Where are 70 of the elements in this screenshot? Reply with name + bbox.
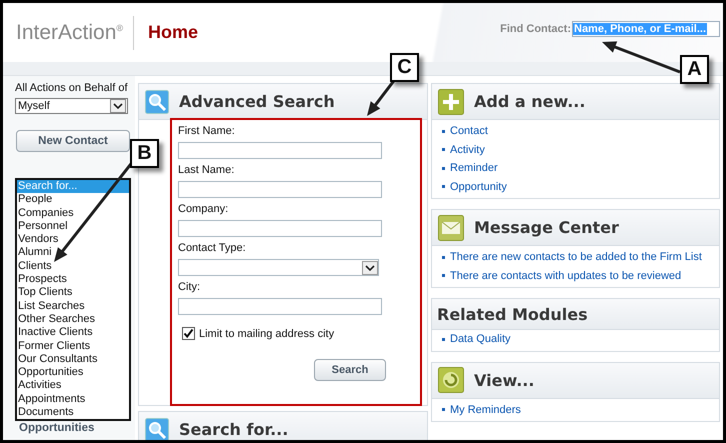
search-list-item[interactable]: Documents — [17, 406, 129, 420]
bullet-icon — [442, 408, 445, 412]
page-title: Home — [148, 22, 198, 43]
callout-label: C — [390, 53, 419, 82]
bullet-icon — [442, 274, 445, 278]
dropdown-icon — [110, 99, 126, 113]
new-contact-button[interactable]: New Contact — [16, 130, 130, 152]
dropdown-icon — [362, 260, 378, 274]
search-icon — [145, 418, 169, 440]
search-list-item[interactable]: Alumni — [17, 246, 129, 260]
panel-link[interactable]: Contact — [450, 125, 488, 138]
refresh-icon — [438, 367, 464, 393]
input-field[interactable] — [178, 220, 382, 237]
logo: InterAction$^{®}$ — [16, 20, 124, 44]
callout-label: A — [680, 55, 709, 84]
input-field[interactable] — [178, 142, 382, 159]
checkbox-label: Limit to mailing address city — [199, 328, 334, 340]
panel-link[interactable]: There are contacts with updates to be reviewed — [450, 270, 682, 282]
panel-title: Advanced Search — [179, 92, 335, 111]
bullet-icon — [442, 130, 445, 133]
search-list-item[interactable]: Personnel — [17, 220, 129, 234]
search-list-item[interactable]: Prospects — [17, 273, 129, 286]
search-list-item[interactable]: Companies — [17, 206, 129, 220]
field-label: Company: — [178, 202, 228, 216]
search-button[interactable]: Search — [314, 359, 386, 381]
plus-icon — [438, 88, 464, 114]
search-list-item[interactable]: Activities — [17, 379, 129, 393]
bullet-icon — [442, 256, 445, 259]
section-heading: Opportunities — [19, 422, 94, 434]
search-icon — [145, 90, 169, 114]
panel-link[interactable]: Opportunity — [450, 180, 507, 193]
field-label: City: — [178, 280, 200, 294]
input-field[interactable] — [178, 298, 382, 315]
search-list[interactable] — [15, 178, 131, 422]
panel-link[interactable]: There are new contacts to be added to the Firm List — [450, 251, 702, 264]
bullet-icon — [442, 338, 445, 341]
search-list-item[interactable]: Opportunities — [17, 366, 129, 380]
search-list-item[interactable]: Inactive Clients — [17, 326, 129, 340]
search-list-item[interactable]: Clients — [17, 260, 129, 274]
search-list-item[interactable]: Appointments — [17, 392, 129, 406]
envelope-icon — [438, 214, 464, 240]
panel-link[interactable]: Activity — [450, 144, 485, 156]
bullet-icon — [442, 166, 445, 170]
panel-title: View... — [474, 370, 534, 390]
panel-link[interactable]: Reminder — [450, 162, 498, 174]
search-list-item[interactable]: Former Clients — [17, 340, 129, 353]
callout-label: B — [130, 139, 159, 168]
panel-title: Search for... — [179, 420, 288, 439]
search-list-item[interactable]: Our Consultants — [17, 352, 129, 366]
bullet-icon — [442, 148, 445, 152]
panel-title: Related Modules — [437, 304, 588, 324]
checkbox[interactable] — [182, 327, 195, 340]
search-list-item[interactable]: Vendors — [17, 233, 129, 246]
search-list-item[interactable]: Top Clients — [17, 286, 129, 300]
contact-type-dropdown[interactable] — [178, 259, 379, 276]
panel-link[interactable]: Data Quality — [450, 333, 511, 346]
behalf-dropdown[interactable]: Myself — [15, 98, 128, 114]
search-list-item[interactable]: Other Searches — [17, 312, 129, 326]
behalf-label: All Actions on Behalf of — [15, 82, 128, 94]
find-contact-label: Find Contact: — [500, 22, 571, 34]
search-list-item[interactable]: List Searches — [17, 300, 129, 313]
bullet-icon — [442, 185, 445, 188]
field-label: Contact Type: — [178, 241, 246, 255]
field-label: First Name: — [178, 124, 235, 138]
input-field[interactable] — [178, 181, 382, 198]
panel-title: Message Center — [474, 218, 619, 237]
field-label: Last Name: — [178, 163, 234, 177]
search-list-item[interactable]: People — [17, 193, 129, 207]
panel-link[interactable]: My Reminders — [450, 404, 521, 416]
panel-title: Add a new... — [474, 92, 586, 111]
